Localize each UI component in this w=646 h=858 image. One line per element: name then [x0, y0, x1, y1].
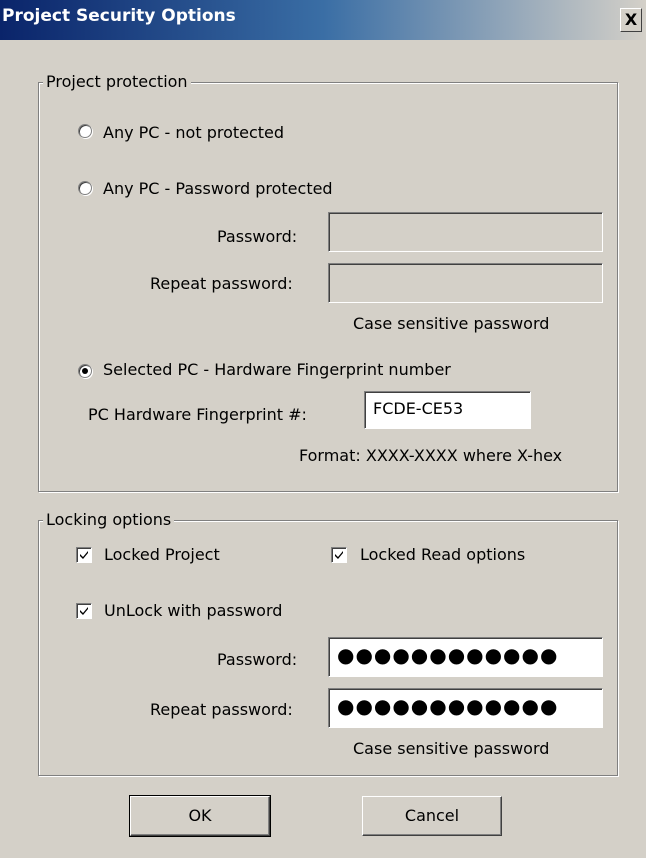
locked-read-options-checkbox[interactable] [331, 547, 347, 563]
checkmark-icon [80, 607, 88, 615]
protection-case-note: Case sensitive password [353, 314, 550, 333]
ok-button[interactable]: OK [129, 795, 271, 837]
protection-password-label: Password: [217, 227, 298, 246]
locking-repeat-password-label: Repeat password: [150, 700, 293, 719]
radio-any-pc-password[interactable] [78, 181, 92, 195]
protection-password-field[interactable] [328, 212, 603, 252]
label-any-pc-password[interactable]: Any PC - Password protected [103, 179, 333, 198]
fingerprint-format-note: Format: XXXX-XXXX where X-hex [299, 446, 563, 465]
locking-case-note: Case sensitive password [353, 739, 550, 758]
security-dialog: Project Security Options X Project prote… [0, 0, 646, 858]
unlock-with-password-checkbox[interactable] [76, 603, 92, 619]
locked-project-label[interactable]: Locked Project [104, 545, 220, 564]
label-selected-pc-fingerprint[interactable]: Selected PC - Hardware Fingerprint numbe… [103, 360, 451, 379]
locked-project-checkbox[interactable] [76, 547, 92, 563]
fingerprint-field[interactable]: FCDE-CE53 [364, 391, 531, 429]
title-bar[interactable]: Project Security Options X [0, 0, 646, 40]
project-protection-title: Project protection [43, 72, 191, 92]
close-icon: X [624, 10, 638, 29]
radio-selected-dot [82, 368, 88, 374]
checkmark-icon [335, 551, 343, 559]
dialog-title: Project Security Options [2, 6, 236, 26]
unlock-with-password-label[interactable]: UnLock with password [104, 601, 282, 620]
radio-any-pc-not-protected[interactable] [78, 124, 92, 138]
cancel-button[interactable]: Cancel [362, 796, 502, 836]
locked-read-options-label[interactable]: Locked Read options [360, 545, 525, 564]
close-button[interactable]: X [620, 8, 642, 32]
locking-password-field[interactable]: ●●●●●●●●●●●● [328, 637, 603, 677]
locking-repeat-password-field[interactable]: ●●●●●●●●●●●● [328, 688, 603, 728]
label-any-pc-not-protected[interactable]: Any PC - not protected [103, 123, 284, 142]
radio-selected-pc-fingerprint[interactable] [78, 364, 92, 378]
locking-password-label: Password: [217, 650, 298, 669]
locking-options-title: Locking options [43, 510, 175, 530]
protection-repeat-password-label: Repeat password: [150, 274, 293, 293]
fingerprint-label: PC Hardware Fingerprint #: [88, 405, 307, 424]
checkmark-icon [80, 551, 88, 559]
protection-repeat-password-field[interactable] [328, 263, 603, 303]
